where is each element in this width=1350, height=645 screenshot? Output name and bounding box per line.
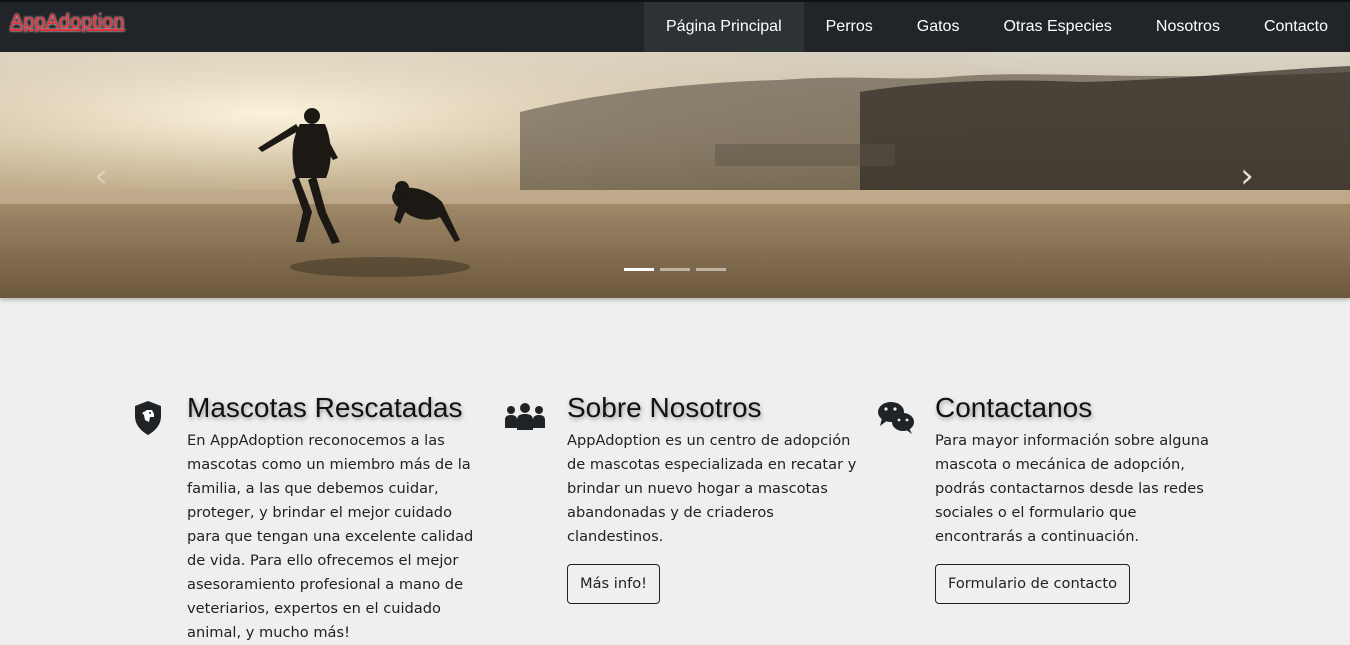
nav-links: Página Principal Perros Gatos Otras Espe… [644,2,1350,52]
chevron-left-icon[interactable]: ‹ [86,156,116,196]
feature-text: Para mayor información sobre alguna masc… [935,432,1209,545]
feature-title: Sobre Nosotros [567,392,762,423]
brand-logo[interactable]: AppAdoption [10,11,125,34]
nav-link-perros[interactable]: Perros [804,2,895,52]
more-info-button[interactable]: Más info! [567,564,660,604]
carousel-slide-image [0,52,1350,298]
hero-carousel: ‹ › [0,52,1350,298]
carousel-indicators [624,268,726,271]
chevron-right-icon[interactable]: › [1232,156,1262,196]
feature-title: Contactanos [935,392,1093,423]
feature-text: En AppAdoption reconocemos a las mascota… [187,432,474,641]
people-group-icon [505,403,545,430]
feature-title: Mascotas Rescatadas [187,392,463,423]
nav-link-pagina-principal[interactable]: Página Principal [644,2,804,52]
carousel-indicator-1[interactable] [624,268,654,271]
nav-link-gatos[interactable]: Gatos [895,2,982,52]
contact-form-button[interactable]: Formulario de contacto [935,564,1131,604]
chat-bubbles-icon [878,402,914,434]
nav-link-nosotros[interactable]: Nosotros [1134,2,1242,52]
nav-link-contacto[interactable]: Contacto [1242,2,1350,52]
shield-dog-icon [135,401,161,435]
carousel-indicator-3[interactable] [696,268,726,271]
navbar: AppAdoption Página Principal Perros Gato… [0,0,1350,52]
carousel-indicator-2[interactable] [660,268,690,271]
feature-text: AppAdoption es un centro de adopción de … [567,432,857,545]
nav-link-otras-especies[interactable]: Otras Especies [981,2,1133,52]
